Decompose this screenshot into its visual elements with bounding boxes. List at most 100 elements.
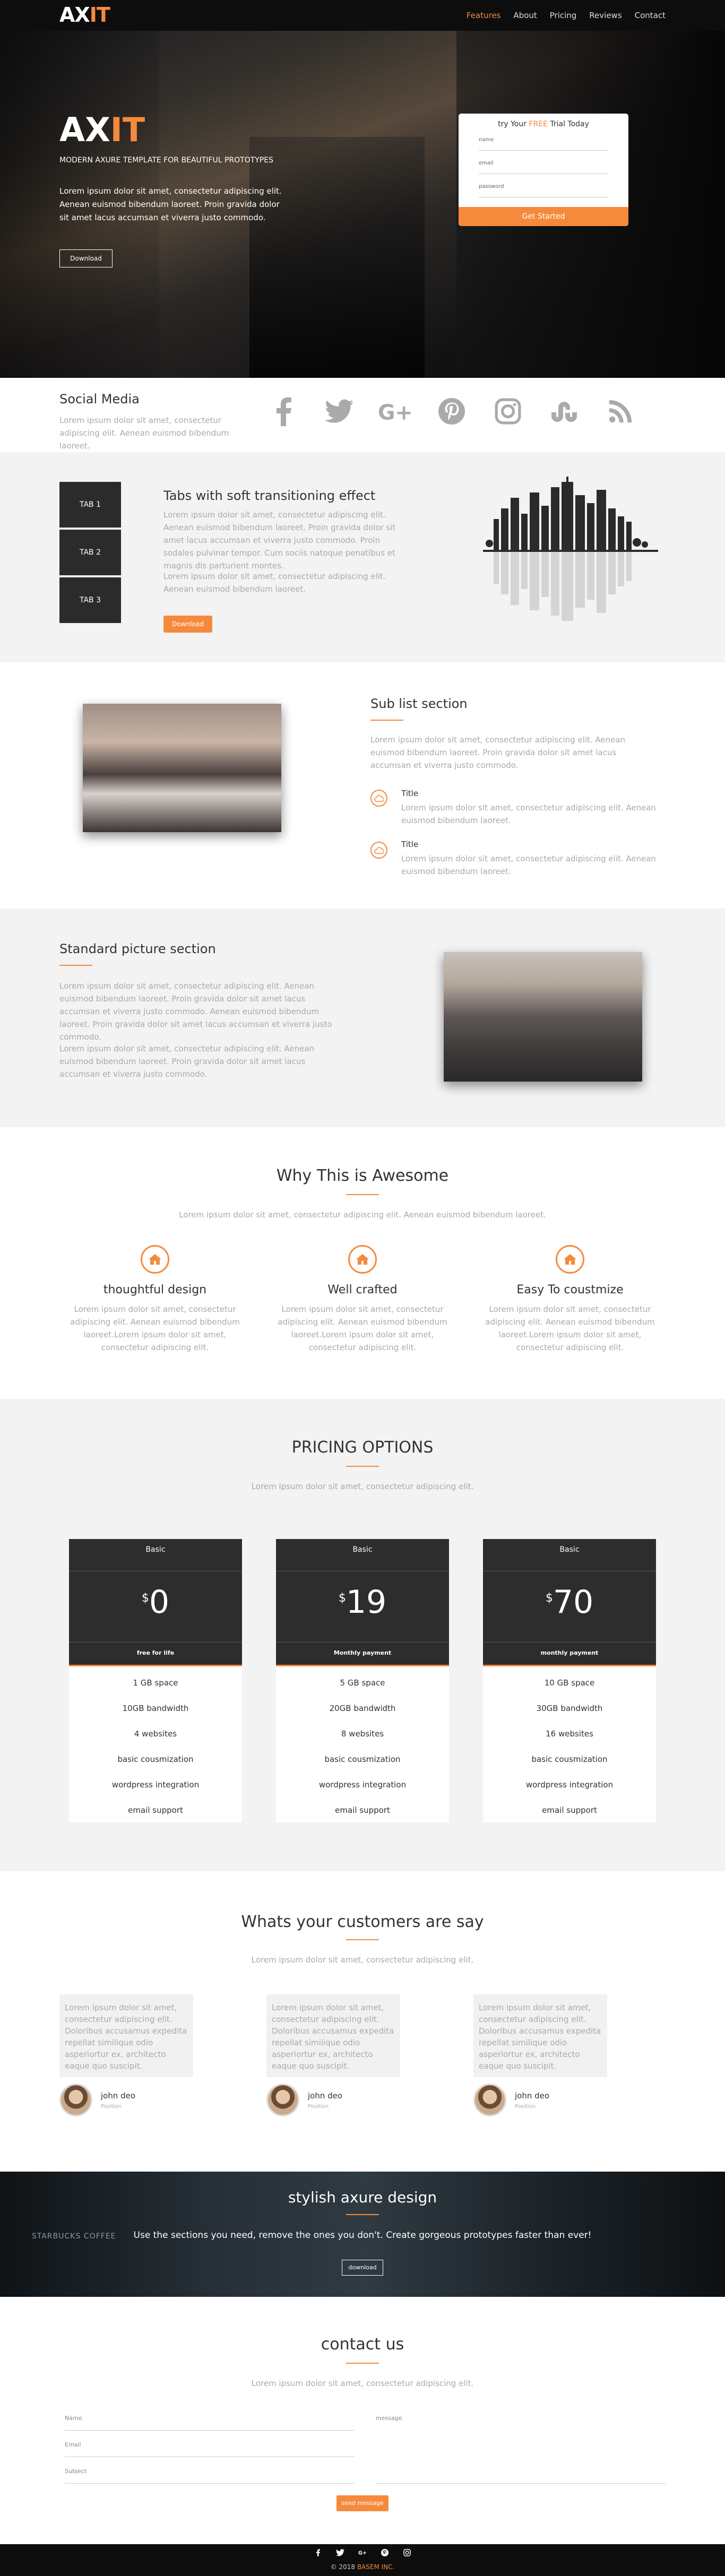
avatar xyxy=(266,2084,299,2116)
call-to-action-section: STARBUCKS COFFEE stylish axure design Us… xyxy=(0,2172,725,2297)
email-field[interactable]: email xyxy=(479,160,608,174)
plan-feature: 5 GB space xyxy=(340,1678,385,1688)
standard-paragraph-2: Lorem ipsum dolor sit amet, consectetur … xyxy=(59,1044,315,1079)
copyright: © 2018 BASEM INC. xyxy=(330,2563,395,2571)
facebook-icon[interactable] xyxy=(314,2548,322,2557)
cta-download-button[interactable]: download xyxy=(342,2260,383,2276)
plan-billing: Monthly payment xyxy=(333,1649,392,1656)
plan-feature: wordpress integration xyxy=(525,1780,614,1790)
sublist-item-1-text: Lorem ipsum dolor sit amet, consectetur … xyxy=(401,803,657,825)
heading-underline xyxy=(59,965,92,966)
testimonial-quote: Lorem ipsum dolor sit amet, consectetur … xyxy=(59,1994,193,2077)
plan-billing: monthly payment xyxy=(540,1649,599,1656)
nav-link-pricing[interactable]: Pricing xyxy=(550,11,577,20)
password-field[interactable]: password xyxy=(479,184,608,197)
tabs-paragraph-1: Lorem ipsum dolor sit amet, consectetur … xyxy=(163,510,396,570)
google-plus-icon[interactable]: G+ xyxy=(358,2548,367,2557)
divider xyxy=(276,1642,449,1643)
plan-feature: email support xyxy=(335,1805,390,1815)
feature-title: Easy To coustmize xyxy=(516,1283,624,1296)
pricing-subtitle: Lorem ipsum dolor sit amet, consectetur … xyxy=(251,1482,474,1491)
plan-feature: 16 websites xyxy=(546,1729,593,1739)
sublist-item-1-title: Title xyxy=(401,789,419,798)
plan-price: $0 xyxy=(141,1584,170,1621)
testimonials-heading: Whats your customers are say xyxy=(241,1913,484,1931)
home-icon xyxy=(556,1245,584,1274)
tab-2[interactable]: TAB 2 xyxy=(59,530,121,575)
send-message-button[interactable]: send message xyxy=(336,2495,389,2511)
trial-signup-form: try Your FREE Trial Today name email pas… xyxy=(459,114,628,226)
get-started-button[interactable]: Get Started xyxy=(459,207,628,226)
sub-list-section: Sub list section Lorem ipsum dolor sit a… xyxy=(0,662,725,909)
tab-1[interactable]: TAB 1 xyxy=(59,482,121,528)
heading-underline xyxy=(346,1466,379,1467)
plan-feature: email support xyxy=(542,1805,597,1815)
rss-icon[interactable] xyxy=(603,394,638,429)
plan-name: Basic xyxy=(352,1545,373,1554)
city-aerial-photo xyxy=(444,952,642,1082)
hero-download-button[interactable]: Download xyxy=(59,249,113,267)
why-subtitle: Lorem ipsum dolor sit amet, consectetur … xyxy=(179,1210,546,1220)
stumbleupon-icon[interactable] xyxy=(547,394,582,429)
hero-section: AXIT MODERN AXURE TEMPLATE FOR BEAUTIFUL… xyxy=(0,31,725,378)
heading-underline xyxy=(346,2214,379,2215)
feature-text: Lorem ipsum dolor sit amet, consectetur … xyxy=(70,1304,240,1352)
pricing-card-free: Basic $0 free for life 1 GB space 10GB b… xyxy=(69,1539,242,1822)
nav-link-about[interactable]: About xyxy=(513,11,537,20)
plan-feature: 10 GB space xyxy=(544,1678,595,1688)
pricing-heading: PRICING OPTIONS xyxy=(291,1438,434,1457)
heading-underline xyxy=(346,1939,379,1940)
testimonial-position: Position xyxy=(308,2104,329,2110)
home-icon xyxy=(141,1245,169,1274)
plan-feature: wordpress integration xyxy=(111,1780,200,1790)
plan-billing: free for life xyxy=(136,1649,175,1656)
logo[interactable]: AXIT xyxy=(59,3,110,27)
message-textarea[interactable]: message xyxy=(376,2415,666,2484)
nav-link-features[interactable]: Features xyxy=(467,11,501,20)
instagram-icon[interactable] xyxy=(403,2548,411,2557)
pricing-card-header: Basic $19 Monthly payment xyxy=(276,1539,449,1666)
divider xyxy=(69,1642,242,1643)
testimonial-name: john deo xyxy=(515,2091,550,2100)
hero-paragraph: Lorem ipsum dolor sit amet, consectetur … xyxy=(59,186,282,222)
tab-3[interactable]: TAB 3 xyxy=(59,577,121,623)
testimonials-section: Whats your customers are say Lorem ipsum… xyxy=(0,1871,725,2172)
avatar xyxy=(473,2084,506,2116)
feature-easy-to-customize: Easy To coustmize Lorem ipsum dolor sit … xyxy=(474,1245,666,1354)
city-skyline-illustration xyxy=(483,477,658,621)
cta-heading: stylish axure design xyxy=(288,2189,437,2206)
why-heading: Why This is Awesome xyxy=(276,1166,449,1185)
email-field[interactable]: Email xyxy=(65,2441,355,2457)
nav-link-reviews[interactable]: Reviews xyxy=(589,11,622,20)
plan-feature: 8 websites xyxy=(341,1729,384,1739)
facebook-icon[interactable] xyxy=(265,394,300,429)
pricing-card-monthly-70: Basic $70 monthly payment 10 GB space 30… xyxy=(483,1539,656,1822)
testimonial-quote: Lorem ipsum dolor sit amet, consectetur … xyxy=(473,1994,607,2077)
tabs-download-button[interactable]: Download xyxy=(163,616,212,633)
twitter-icon[interactable] xyxy=(322,394,357,429)
social-media-section: Social Media Lorem ipsum dolor sit amet,… xyxy=(0,378,725,452)
testimonials-subtitle: Lorem ipsum dolor sit amet, consectetur … xyxy=(251,1955,474,1965)
testimonial-name: john deo xyxy=(308,2091,343,2100)
name-field[interactable]: name xyxy=(479,137,608,151)
cloud-icon xyxy=(370,790,387,807)
pinterest-icon[interactable] xyxy=(434,394,469,429)
google-plus-icon[interactable]: G+ xyxy=(378,394,413,429)
plan-feature: 20GB bandwidth xyxy=(329,1704,396,1713)
svg-text:G+: G+ xyxy=(358,2551,367,2556)
sublist-intro: Lorem ipsum dolor sit amet, consectetur … xyxy=(370,735,626,770)
pinterest-icon[interactable] xyxy=(381,2548,389,2557)
footer: G+ © 2018 BASEM INC. xyxy=(0,2544,725,2576)
testimonial-position: Position xyxy=(515,2104,536,2110)
heading-underline xyxy=(346,1194,379,1195)
nav-link-contact[interactable]: Contact xyxy=(635,11,666,20)
testimonial-quote: Lorem ipsum dolor sit amet, consectetur … xyxy=(266,1994,400,2077)
name-field[interactable]: Name xyxy=(65,2415,355,2431)
sublist-heading: Sub list section xyxy=(370,696,468,711)
instagram-icon[interactable] xyxy=(490,394,525,429)
twitter-icon[interactable] xyxy=(336,2548,344,2557)
plan-name: Basic xyxy=(559,1545,580,1554)
testimonial-name: john deo xyxy=(101,2091,136,2100)
subject-field[interactable]: Subject xyxy=(65,2468,355,2484)
plan-feature: 1 GB space xyxy=(133,1678,178,1688)
